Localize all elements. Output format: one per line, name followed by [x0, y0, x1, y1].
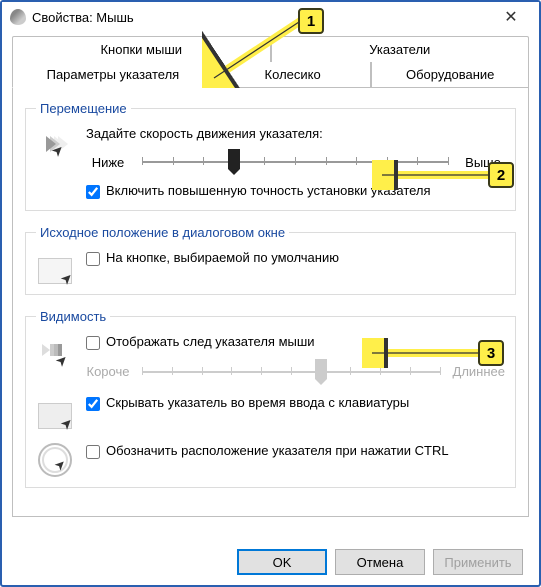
locate-pointer-label: Обозначить расположение указателя при на… — [106, 443, 449, 460]
snap-to-icon — [38, 258, 72, 284]
window-title: Свойства: Мышь — [32, 10, 134, 25]
trail-long-label: Длиннее — [453, 364, 505, 379]
enhance-precision-label: Включить повышенную точность установки у… — [106, 183, 431, 200]
hide-pointer-icon — [38, 403, 72, 429]
dialog-buttons: OK Отмена Применить — [2, 549, 539, 575]
group-visibility-legend: Видимость — [36, 309, 110, 324]
pointer-speed-label: Задайте скорость движения указателя: — [86, 126, 505, 141]
enhance-precision-input[interactable] — [86, 185, 100, 199]
locate-pointer-input[interactable] — [86, 445, 100, 459]
group-snap-legend: Исходное положение в диалоговом окне — [36, 225, 289, 240]
ok-button[interactable]: OK — [237, 549, 327, 575]
tabs-row-1: Кнопки мыши Указатели — [12, 36, 529, 62]
group-visibility: Видимость Отображать след указателя мыши… — [25, 309, 516, 488]
tab-wheel[interactable]: Колесико — [214, 62, 372, 88]
pointer-speed-icon — [38, 130, 72, 164]
pointer-speed-slider[interactable] — [142, 149, 449, 175]
snap-to-label: На кнопке, выбираемой по умолчанию — [106, 250, 339, 267]
enhance-precision-checkbox[interactable]: Включить повышенную точность установки у… — [86, 183, 505, 200]
apply-button[interactable]: Применить — [433, 549, 523, 575]
tab-hardware[interactable]: Оборудование — [371, 62, 529, 88]
group-snap: Исходное положение в диалоговом окне На … — [25, 225, 516, 295]
hide-pointer-checkbox[interactable]: Скрывать указатель во время ввода с клав… — [86, 395, 505, 412]
pointer-trail-input[interactable] — [86, 336, 100, 350]
hide-pointer-input[interactable] — [86, 397, 100, 411]
hide-pointer-label: Скрывать указатель во время ввода с клав… — [106, 395, 409, 412]
slider-slow-label: Ниже — [86, 155, 130, 170]
tab-buttons[interactable]: Кнопки мыши — [12, 36, 271, 62]
snap-to-checkbox[interactable]: На кнопке, выбираемой по умолчанию — [86, 250, 505, 267]
mouse-icon — [10, 9, 26, 25]
trail-short-label: Короче — [86, 364, 130, 379]
locate-pointer-icon — [38, 443, 72, 477]
locate-pointer-checkbox[interactable]: Обозначить расположение указателя при на… — [86, 443, 505, 460]
tab-pointers[interactable]: Указатели — [271, 36, 530, 62]
tab-panel: Перемещение Задайте скорость движения ук… — [12, 87, 529, 517]
group-motion: Перемещение Задайте скорость движения ук… — [25, 101, 516, 211]
cancel-button[interactable]: Отмена — [335, 549, 425, 575]
tab-pointer-options[interactable]: Параметры указателя — [12, 62, 214, 88]
group-motion-legend: Перемещение — [36, 101, 131, 116]
snap-to-input[interactable] — [86, 252, 100, 266]
titlebar: Свойства: Мышь ✕ — [2, 2, 539, 32]
pointer-trail-label: Отображать след указателя мыши — [106, 334, 315, 351]
pointer-trail-slider — [142, 359, 441, 385]
pointer-trail-icon — [38, 338, 72, 372]
pointer-trail-checkbox[interactable]: Отображать след указателя мыши — [86, 334, 505, 351]
close-button[interactable]: ✕ — [491, 3, 531, 31]
tabs-row-2: Параметры указателя Колесико Оборудовани… — [12, 62, 529, 88]
slider-fast-label: Выше — [461, 155, 505, 170]
